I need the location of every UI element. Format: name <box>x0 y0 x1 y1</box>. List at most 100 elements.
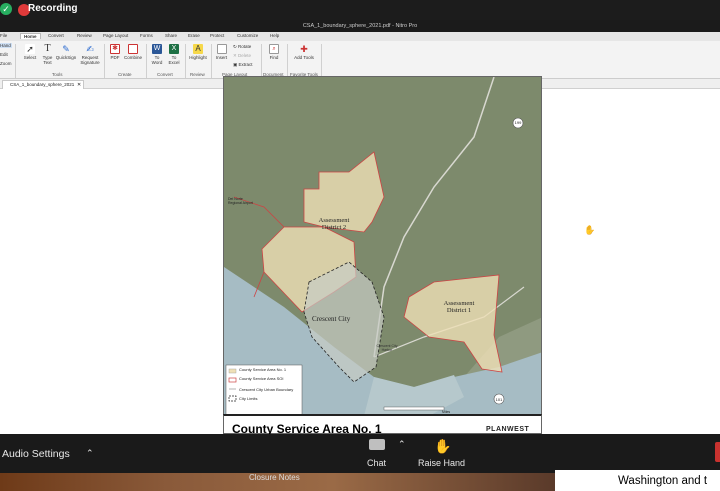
delete-button[interactable]: ✕ Delete <box>233 53 251 58</box>
request-signature-label: Request Signature <box>80 55 100 65</box>
edit-tool[interactable]: Edit <box>0 52 8 57</box>
combine-icon <box>128 44 138 54</box>
rotate-button[interactable]: ↻ Rotate <box>233 44 251 49</box>
group-convert-label: Convert <box>157 72 173 77</box>
map-label-crescent-city: Crescent City <box>312 315 351 323</box>
add-tools-label: Add Tools <box>294 55 314 60</box>
highlight-label: Highlight <box>189 55 207 60</box>
pdf-icon: ✱ <box>110 44 120 54</box>
to-word-button[interactable]: W To Word <box>149 44 165 65</box>
legend-soi: County Service Area SOI <box>239 376 284 381</box>
closure-notes-label: Closure Notes <box>249 473 300 482</box>
chat-icon[interactable] <box>369 439 385 450</box>
excel-icon: X <box>169 44 179 54</box>
tab-forms[interactable]: Forms <box>140 33 153 38</box>
ribbon-divider <box>287 44 288 78</box>
type-text-label: Type Text <box>42 55 53 65</box>
quicksign-button[interactable]: ✎ QuickSign <box>55 44 77 60</box>
tab-customize[interactable]: Customize <box>237 33 258 38</box>
map-graphic <box>224 77 541 414</box>
ribbon-divider <box>15 44 16 78</box>
map-label-harbor: Crescent City Harbor <box>376 344 398 352</box>
recording-bar: ✓ Recording <box>0 0 720 20</box>
request-signature-button[interactable]: ✍ Request Signature <box>78 44 102 65</box>
extract-button[interactable]: ▣ Extract <box>233 62 253 67</box>
tab-convert[interactable]: Convert <box>48 33 64 38</box>
to-excel-button[interactable]: X To Excel <box>166 44 182 65</box>
group-review-label: Review <box>190 72 205 77</box>
quicksign-label: QuickSign <box>55 55 77 60</box>
route-199-label: 199 <box>514 120 522 125</box>
tab-erase[interactable]: Erase <box>188 33 200 38</box>
insert-button[interactable]: Insert <box>213 44 230 60</box>
chat-chevron-icon[interactable]: ⌃ <box>398 439 406 450</box>
pdf-label: PDF <box>110 55 120 60</box>
tab-file[interactable]: File <box>0 33 7 38</box>
insert-page-icon <box>216 44 227 54</box>
ribbon-divider <box>321 44 322 78</box>
insert-label: Insert <box>215 55 228 60</box>
combine-label: Combine <box>123 55 142 60</box>
tab-review[interactable]: Review <box>77 33 92 38</box>
check-icon: ✓ <box>0 3 12 15</box>
legend-csa: County Service Area No. 1 <box>239 367 287 372</box>
pen-icon: ✎ <box>62 44 70 54</box>
find-icon: ⌕ <box>269 44 279 54</box>
map-label-district-2: Assessment District 2 <box>318 217 350 231</box>
legend-urban-boundary: Crescent City Urban Boundary <box>239 387 294 392</box>
tab-home[interactable]: Home <box>20 33 41 39</box>
find-label: Find <box>269 55 279 60</box>
chat-button-label[interactable]: Chat <box>367 458 386 468</box>
add-tools-icon: ✚ <box>300 44 308 54</box>
ribbon-divider <box>146 44 147 78</box>
extract-label: Extract <box>238 62 253 67</box>
type-text-button[interactable]: T Type Text <box>39 43 56 66</box>
chevron-up-icon[interactable]: ⌃ <box>86 448 94 459</box>
select-label: Select <box>23 55 37 60</box>
hand-cursor-icon: ✋ <box>584 225 596 235</box>
raise-hand-button-label[interactable]: Raise Hand <box>418 458 465 468</box>
window-title: CSA_1_boundary_sphere_2021.pdf - Nitro P… <box>0 20 720 32</box>
word-icon: W <box>152 44 162 54</box>
document-tab-label: CSA_1_boundary_sphere_2021 <box>10 82 75 87</box>
add-tools-button[interactable]: ✚ Add Tools <box>294 44 314 60</box>
document-tab[interactable]: CSA_1_boundary_sphere_2021 ✕ <box>2 80 84 89</box>
map-page: Assessment District 2 Assessment Distric… <box>223 76 542 415</box>
legend-city-limits: City Limits <box>239 396 258 401</box>
tab-page-layout[interactable]: Page Layout <box>103 33 128 38</box>
find-button[interactable]: ⌕ Find <box>266 44 282 60</box>
shared-text-panel: Washington and t <box>555 470 720 491</box>
ribbon-divider <box>211 44 212 78</box>
group-tools-label: Tools <box>52 72 63 77</box>
end-meeting-button[interactable] <box>715 442 720 462</box>
recording-label: Recording <box>28 3 78 14</box>
ribbon-divider <box>261 44 262 78</box>
map-label-airport: Del Norte Regional Airport <box>228 197 253 205</box>
ribbon-toolbar: Hand Edit Zoom ➚ Select T Type Text ✎ Qu… <box>0 41 720 79</box>
highlight-icon: A <box>193 44 203 54</box>
ribbon-divider <box>185 44 186 78</box>
planwest-logo: PLANWEST <box>486 426 530 433</box>
combine-button[interactable]: Combine <box>123 44 143 60</box>
tab-share[interactable]: Share <box>165 33 177 38</box>
close-tab-icon[interactable]: ✕ <box>77 81 81 89</box>
to-excel-label: To Excel <box>168 55 180 65</box>
closure-notes-panel: Closure Notes <box>0 473 555 491</box>
map-label-district-1: Assessment District 1 <box>443 300 475 314</box>
select-button[interactable]: ➚ Select <box>21 44 39 60</box>
cursor-icon: ➚ <box>25 44 35 54</box>
zoom-tool[interactable]: Zoom <box>0 61 12 66</box>
signature-icon: ✍ <box>86 44 94 54</box>
delete-label: Delete <box>238 53 252 58</box>
tab-protect[interactable]: Protect <box>210 33 224 38</box>
to-word-label: To Word <box>151 55 163 65</box>
audio-settings-button[interactable]: Audio Settings <box>2 448 70 460</box>
hand-tool[interactable]: Hand <box>0 43 12 48</box>
tab-help[interactable]: Help <box>270 33 279 38</box>
washington-text: Washington and t <box>618 475 708 487</box>
highlight-button[interactable]: A Highlight <box>187 44 209 60</box>
group-create-label: Create <box>118 72 132 77</box>
create-pdf-button[interactable]: ✱ PDF <box>107 44 123 60</box>
type-text-icon: T <box>44 43 51 54</box>
raise-hand-icon[interactable]: ✋ <box>434 438 451 455</box>
